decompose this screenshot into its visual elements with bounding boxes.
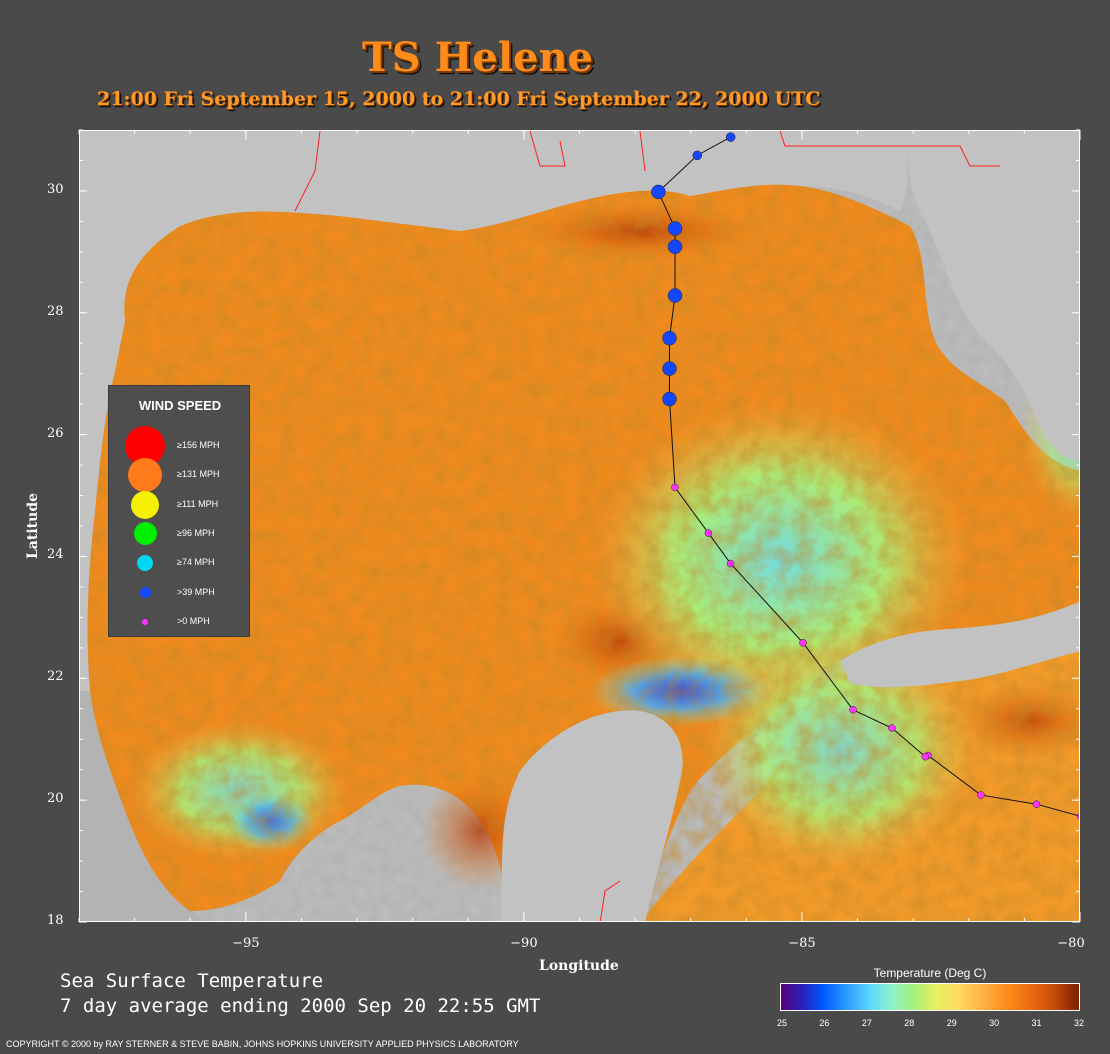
track-point [667,239,683,255]
map-subtitle: 21:00 Fri September 15, 2000 to 21:00 Fr… [97,88,821,110]
colorbar-tick-label: 26 [819,1018,830,1028]
legend-label: >39 MPH [177,586,215,597]
x-tick-label: −95 [232,936,260,951]
legend-label: ≥156 MPH [177,440,220,450]
legend-marker [139,587,151,598]
legend-label: ≥111 MPH [177,498,219,509]
colorbar-tick-label: 28 [904,1018,915,1028]
track-point [692,150,703,161]
track-point [888,724,896,732]
track-point [662,330,677,346]
track-point [1032,800,1041,808]
legend-item: >0 MPH [109,608,251,636]
colorbar-tick-label: 25 [776,1018,788,1028]
colorbar-tick-label: 32 [1073,1018,1085,1028]
y-tick-label: 20 [47,791,64,807]
y-tick-label: 28 [47,303,64,319]
track-point [667,221,683,236]
colorbar-title: Temperature (Deg C) [873,966,987,980]
legend-item: ≥131 MPH [109,458,251,493]
x-tick-label: −85 [788,936,816,951]
track-point [977,791,985,799]
track-point [651,184,666,200]
x-axis-label: Longitude [539,958,619,974]
y-tick-label: 26 [47,425,64,441]
temperature-colorbar [780,983,1080,1011]
track-point [662,391,677,407]
track-point [704,529,713,537]
legend-marker [128,458,162,493]
colorbar-tick-label: 31 [1031,1018,1042,1028]
legend-label: ≥131 MPH [177,469,220,480]
colorbar-tick-label: 27 [861,1018,872,1028]
legend-title: WIND SPEED [138,398,222,413]
x-tick-label: −90 [510,936,538,951]
track-point [662,361,677,376]
legend-item: ≥96 MPH [109,520,251,548]
legend-marker [137,555,153,572]
colorbar-tick-label: 29 [946,1018,957,1028]
legend-label: >0 MPH [177,615,210,626]
y-axis-label: Latitude [25,492,41,560]
legend-marker [133,522,157,546]
track-point [725,132,736,142]
track-point [667,288,683,303]
legend-marker [131,490,159,519]
legend-item: ≥111 MPH [109,490,251,519]
legend-label: ≥74 MPH [177,557,215,568]
y-tick-label: 18 [47,913,64,928]
y-tick-label: 24 [47,547,64,563]
track-point [849,706,857,714]
y-tick-label: 22 [47,669,64,685]
map-title: TS Helene [362,34,593,81]
track-point [799,639,807,647]
y-tick-label: 30 [47,181,64,197]
copyright-notice: COPYRIGHT © 2000 by RAY STERNER & STEVE … [6,1039,519,1049]
legend-item: ≥74 MPH [109,549,251,577]
legend-item: >39 MPH [109,579,251,607]
track-point [671,483,679,492]
track-point [921,752,930,761]
legend-marker [142,618,148,625]
x-tick-label: −80 [1057,936,1085,951]
track-point [726,559,735,568]
colorbar-tick-label: 30 [989,1018,1000,1028]
legend-label: ≥96 MPH [177,527,215,538]
caption-line-1: Sea Surface Temperature [60,970,324,992]
legend-item: ≥156 MPH [109,426,251,466]
caption-line-2: 7 day average ending 2000 Sep 20 22:55 G… [60,995,541,1017]
wind-speed-legend: WIND SPEED ≥156 MPH ≥131 MPH ≥111 MPH ≥96 M… [108,385,250,637]
